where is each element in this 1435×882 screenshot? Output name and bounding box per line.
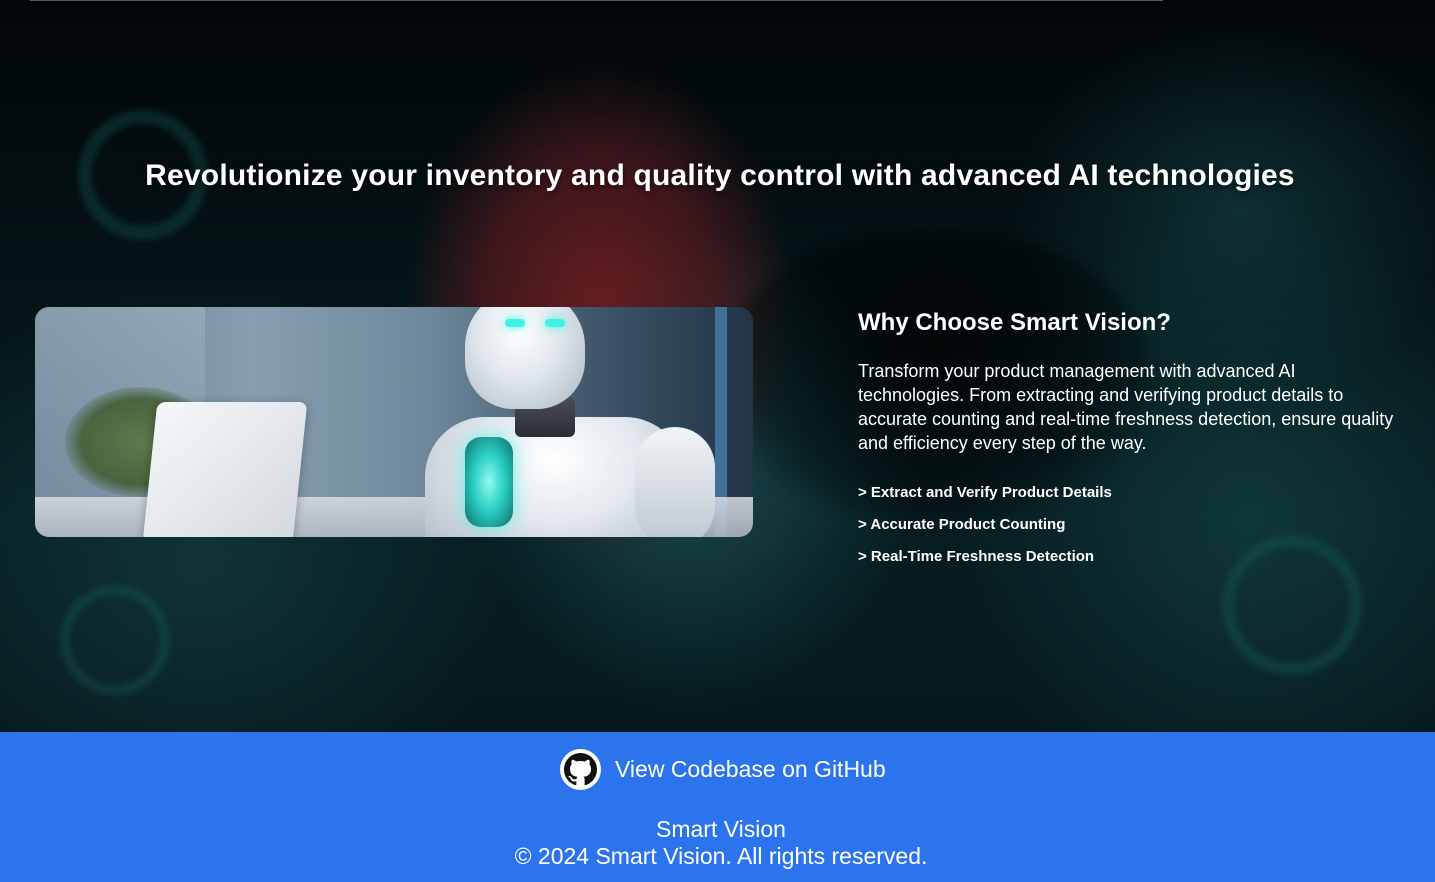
top-divider (30, 0, 1163, 1)
footer-brand: Smart Vision (656, 816, 786, 842)
footer-copyright: © 2024 Smart Vision. All rights reserved… (514, 843, 928, 869)
github-icon (560, 748, 601, 790)
robot-laptop-image (35, 307, 753, 537)
robot-head-illustration (465, 307, 585, 409)
background-decoration (1222, 535, 1362, 675)
why-description: Transform your product management with a… (858, 361, 1394, 453)
hero-headline: Revolutionize your inventory and quality… (145, 159, 1295, 192)
feature-item: > Extract and Verify Product Details (858, 484, 1112, 501)
github-link[interactable]: View Codebase on GitHub (560, 748, 886, 790)
feature-item: > Accurate Product Counting (858, 516, 1066, 533)
github-link-label: View Codebase on GitHub (615, 755, 886, 782)
feature-list: > Extract and Verify Product Details > A… (858, 484, 1112, 580)
background-decoration (60, 585, 170, 695)
feature-item: > Real-Time Freshness Detection (858, 548, 1095, 565)
why-title: Why Choose Smart Vision? (858, 309, 1171, 336)
laptop-illustration (142, 402, 308, 537)
